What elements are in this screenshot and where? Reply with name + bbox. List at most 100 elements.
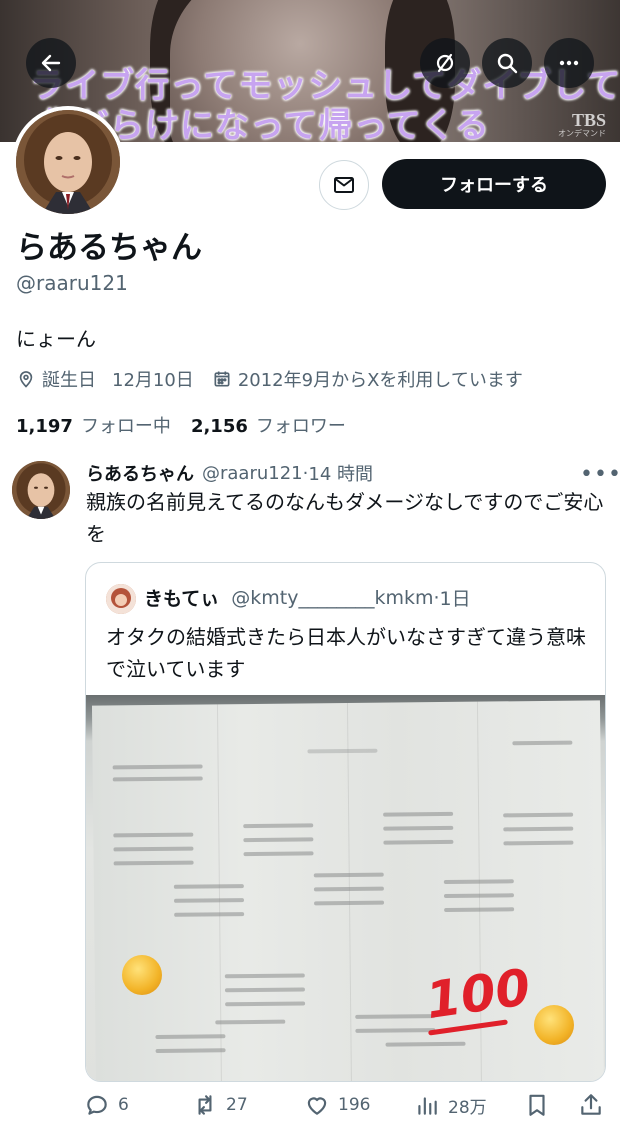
tweet-more-icon[interactable]: ••• [580,462,620,487]
reply-icon [87,1095,107,1115]
paper-text-mark [355,1014,436,1019]
paper-text-mark [503,812,574,818]
paper-text-mark [112,776,203,782]
quoted-tweet[interactable]: きもてぃ @kmty________kmkm · 1日 オタクの結婚式きたら日本… [85,562,606,1082]
paper-text-mark [155,1048,226,1054]
paper-text-mark [355,1028,436,1033]
tweet-author-avatar[interactable] [12,461,70,519]
paper-text-mark [243,851,314,857]
paper-fold [346,702,353,1081]
avatar-portrait [12,461,70,519]
share-icon [581,1094,601,1115]
paper-text-mark [383,825,454,831]
repost-count: 27 [226,1095,248,1115]
followers-count: 2,156 [190,416,248,437]
paper-text-mark [112,764,203,770]
search-icon [497,53,518,74]
paper-text-mark [173,898,245,903]
tweet-author-handle[interactable]: @raaru121 [202,463,303,484]
more-icon [559,60,579,66]
followers-link[interactable]: 2,156 フォロワー [191,412,346,438]
following-link[interactable]: 1,197 フォロー中 [16,412,171,438]
photo-seating-chart-paper [91,700,605,1081]
paper-text-mark [155,1034,226,1040]
quoted-header: きもてぃ @kmty________kmkm · 1日 [144,584,471,611]
paper-fold [216,704,223,1081]
bookmark-button[interactable] [524,1092,558,1118]
share-button[interactable] [578,1092,612,1118]
quoted-author-name: きもてぃ [144,588,220,610]
paper-text-mark [225,1001,306,1007]
paper-text-mark [307,748,378,754]
calendar-icon [214,371,230,387]
follow-button[interactable]: フォローする [382,159,606,209]
message-button[interactable] [319,160,369,210]
search-button[interactable] [482,38,532,88]
paper-text-mark [224,987,305,993]
tweet-author-name[interactable]: らあるちゃん [86,460,194,486]
paper-text-mark [314,900,385,906]
location-pin-icon [19,371,33,388]
paper-text-mark [113,846,194,852]
back-button[interactable] [26,38,76,88]
joined-date: 2012年9月からXを利用しています [237,370,523,391]
bookmark-icon [529,1094,545,1116]
quoted-photo[interactable]: 100 [86,695,605,1081]
paper-text-mark [113,860,194,866]
paper-text-mark [512,740,573,746]
tweet-header: らあるちゃん @raaru121 · 14 時間 [86,460,373,486]
like-count: 196 [338,1095,371,1115]
tweet-text: 親族の名前見えてるのなんもダメージなしですのでご安心を [86,490,604,546]
followers-label: フォロワー [255,416,346,437]
birthday-value: 12月10日 [112,370,194,391]
repost-button[interactable]: 27 [192,1092,248,1118]
grok-button[interactable] [420,38,470,88]
paper-text-mark [443,893,515,898]
paper-text-mark [313,872,384,878]
following-count: 1,197 [16,416,73,437]
paper-text-mark [383,811,454,817]
grok-icon [436,53,454,73]
profile-display-name: らあるちゃん [16,230,202,266]
follow-counts: 1,197 フォロー中 2,156 フォロワー [16,412,346,438]
avatar-portrait [16,110,120,214]
reply-count: 6 [118,1095,129,1115]
tweet-actions: 6 27 196 28万 [0,1088,620,1124]
profile-bio: にょーん [16,327,96,351]
banner-logo-sub: オンデマンド [558,129,606,138]
paper-text-mark [215,1019,286,1025]
paper-text-mark [383,839,454,845]
paper-text-mark [443,879,514,884]
more-button[interactable] [544,38,594,88]
paper-text-mark [313,886,384,892]
profile-avatar[interactable] [12,106,124,218]
views-icon [418,1097,437,1115]
profile-meta: 誕生日 12月10日 2012年9月からXを利用しています [16,366,523,392]
heart-icon [307,1097,327,1115]
paper-text-mark [503,840,574,846]
paper-text-mark [243,823,314,829]
arrow-left-icon [41,54,61,72]
sticker-orange [534,1005,574,1045]
mail-icon [334,177,354,193]
birthday-label: 誕生日 [42,370,96,391]
paper-text-mark [385,1041,466,1047]
quoted-text: オタクの結婚式きたら日本人がいなさすぎて違う意味で泣いています [106,625,586,681]
paper-text-mark [503,826,574,832]
following-label: フォロー中 [80,416,171,437]
paper-text-mark [224,973,305,979]
tweet-time[interactable]: 14 時間 [308,460,373,486]
profile-handle: @raaru121 [16,271,128,295]
quoted-time: 1日 [439,588,471,610]
paper-text-mark [174,912,245,917]
quoted-author-handle: @kmty________kmkm [231,586,434,609]
like-button[interactable]: 196 [304,1092,370,1118]
repost-icon [198,1095,212,1115]
paper-text-mark [173,884,244,889]
paper-text-mark [113,832,194,838]
views-button[interactable]: 28万 [414,1092,487,1118]
views-count: 28万 [448,1097,487,1118]
quoted-author-avatar [106,584,136,614]
paper-text-mark [444,907,515,912]
reply-button[interactable]: 6 [84,1092,129,1118]
